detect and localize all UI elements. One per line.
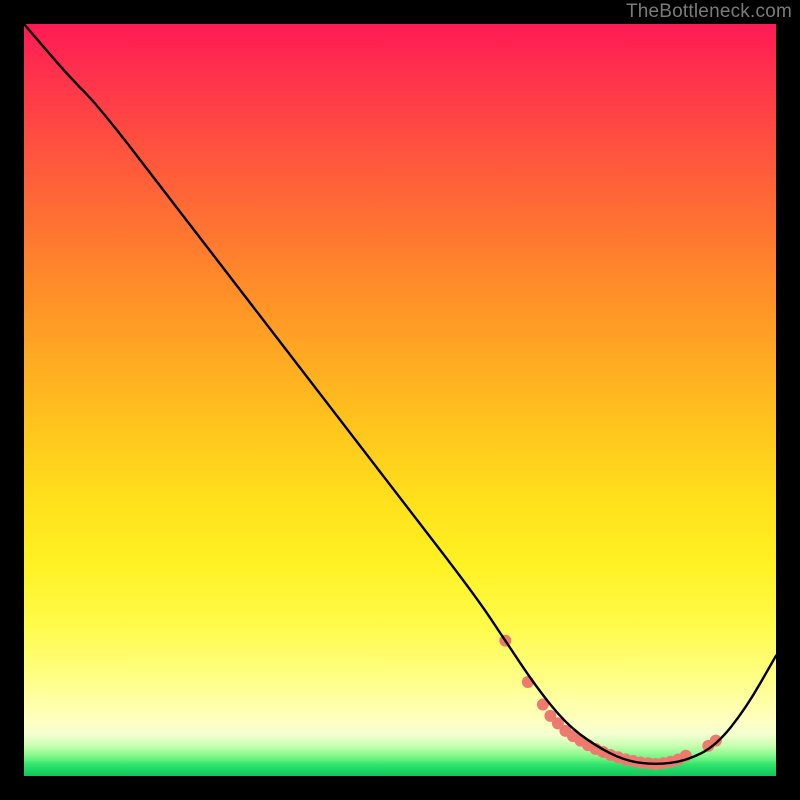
markers-group: [499, 635, 722, 770]
plot-area: [24, 24, 776, 776]
curve-line: [24, 24, 776, 764]
watermark-text: TheBottleneck.com: [626, 0, 792, 24]
chart-svg: [24, 24, 776, 776]
chart-stage: TheBottleneck.com: [0, 0, 800, 800]
